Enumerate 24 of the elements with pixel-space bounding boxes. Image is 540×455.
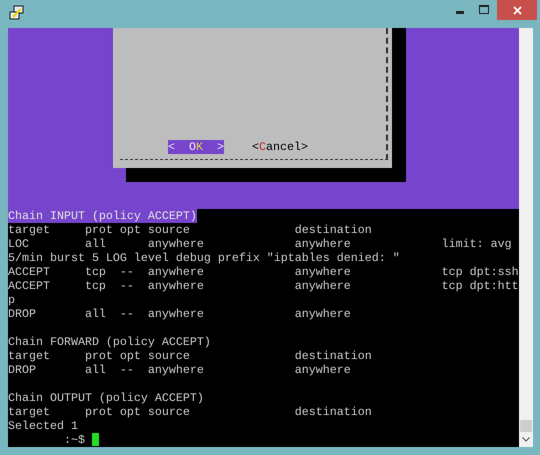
dialog-button[interactable]: <Cancel> <box>252 140 308 154</box>
terminal-line: target prot opt source destination <box>8 405 372 419</box>
terminal-line: DROP all -- anywhere anywhere <box>8 363 351 377</box>
terminal-line: LOC all anywhere anywhere limit: avg <box>8 237 512 251</box>
terminal-line: Selected 1 <box>8 419 78 433</box>
text-cursor <box>92 433 99 446</box>
scrollbar[interactable] <box>519 28 533 447</box>
terminal-line: target prot opt source destination <box>8 349 372 363</box>
scroll-down-icon[interactable] <box>522 437 530 442</box>
terminal-line: ACCEPT tcp -- anywhere anywhere tcp dpt:htt <box>8 279 519 293</box>
maximize-icon[interactable] <box>479 5 489 14</box>
shell-prompt: :~$ <box>64 433 85 447</box>
app-icon <box>9 5 25 21</box>
terminal-line: Chain FORWARD (policy ACCEPT) <box>8 335 211 349</box>
terminal-line: Chain OUTPUT (policy ACCEPT) <box>8 391 204 405</box>
scrollbar-thumb[interactable] <box>520 420 532 432</box>
close-button[interactable] <box>497 0 537 20</box>
terminal-line: 5/min burst 5 LOG level debug prefix "iptables denied: " <box>8 251 400 265</box>
terminal-line: p <box>8 293 15 307</box>
terminal-line: target prot opt source destination <box>8 223 372 237</box>
terminal-line: DROP all -- anywhere anywhere <box>8 307 351 321</box>
terminal-line: ACCEPT tcp -- anywhere anywhere tcp dpt:ssh <box>8 265 519 279</box>
dialog-button[interactable]: < OK > <box>168 140 224 154</box>
close-icon <box>512 6 522 14</box>
